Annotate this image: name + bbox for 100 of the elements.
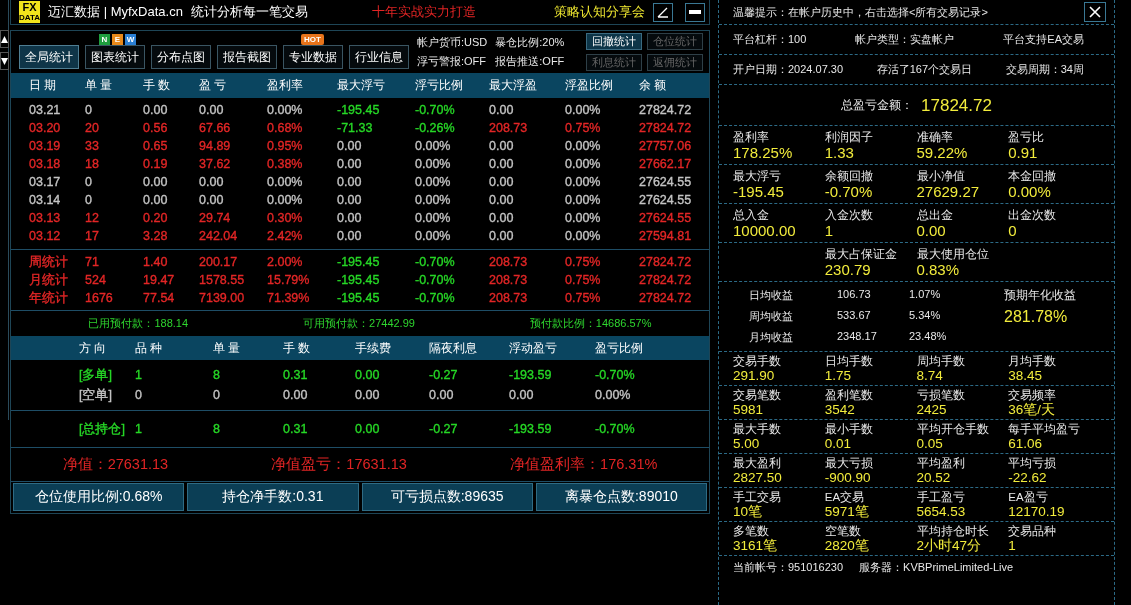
stat-value: 1 <box>1008 538 1017 553</box>
table-cell-text: 27824.72 <box>639 121 693 135</box>
stat-label: EA交易 <box>824 490 866 504</box>
table-cell-text: 0.00 <box>337 193 363 207</box>
position-cell-text: -0.27 <box>429 368 459 382</box>
table-cell-text: 0.00% <box>415 211 452 225</box>
position-cell-text: 0.00 <box>283 388 309 402</box>
summary-box: 仓位使用比例:0.68% <box>13 483 185 511</box>
stat-label: 最小手数 <box>824 422 874 436</box>
edit-button[interactable] <box>652 2 673 22</box>
stat-label: 最大手数 <box>733 422 782 436</box>
toolbar-tab[interactable]: 专业数据 <box>283 45 343 69</box>
account-footer: 服务器：KVBPrimeLimited-Live <box>859 560 1014 575</box>
stat-value: 12170.19 <box>1008 504 1066 519</box>
position-total-cell-text: [总持仓] <box>79 420 126 438</box>
stat-value: 1.75 <box>824 368 853 383</box>
stat-label: 最小净值 <box>916 169 966 183</box>
table-cell-text: 0.00% <box>267 103 304 117</box>
table-cell-text: 0.00 <box>143 193 169 207</box>
column-header: 浮盈比例 <box>565 77 614 94</box>
stat-label: 交易品种 <box>1008 524 1058 538</box>
table-cell-text: 27757.06 <box>639 139 693 153</box>
table-cell-text: 12 <box>85 211 100 225</box>
new-badge-letter: N <box>99 34 110 45</box>
average-stat: 周均收益 <box>749 309 794 324</box>
table-cell-text: 27624.55 <box>639 211 693 225</box>
position-cell-text: 0.31 <box>283 368 309 382</box>
promo-link[interactable]: 策略认知分享会 <box>553 3 645 21</box>
scroll-up-button[interactable] <box>0 30 9 48</box>
toolbar-tab[interactable]: 报告截图 <box>217 45 277 69</box>
hot-badge: HOT <box>301 34 324 45</box>
stat-label: 总出金 <box>916 208 954 222</box>
table-cell-text: 03.17 <box>29 175 62 189</box>
summary-cell-text: 周统计 <box>29 253 69 271</box>
column-header: 日 期 <box>29 77 58 94</box>
stats-button[interactable]: 回撤统计 <box>586 33 642 50</box>
account-info: 帐户类型：实盘帐户 <box>855 32 955 47</box>
average-stat: 1.07% <box>909 288 942 302</box>
table-cell-text: 18 <box>85 157 100 171</box>
minimize-button[interactable] <box>684 2 705 22</box>
stat-value: 178.25% <box>733 144 794 161</box>
summary-cell-text: 1.40 <box>143 255 169 269</box>
table-cell-text: 0.00% <box>565 103 602 117</box>
table-cell-text: 03.21 <box>29 103 62 117</box>
table-cell-text: 27624.55 <box>639 193 693 207</box>
account-setting: 暴仓比例:20% <box>495 35 565 50</box>
angle-icon <box>656 6 669 18</box>
stat-value: 0.01 <box>824 436 853 451</box>
minimize-icon <box>688 10 701 14</box>
summary-cell-text: 0.75% <box>565 255 602 269</box>
toolbar-tab[interactable]: 图表统计 <box>85 45 145 69</box>
account-setting: 报告推送:OFF <box>495 54 565 69</box>
position-cell-text: 0 <box>213 388 221 402</box>
stat-value: 3542 <box>824 402 856 417</box>
account-info: 平台支持EA交易 <box>1003 32 1084 47</box>
summary-cell-text: 77.54 <box>143 291 176 305</box>
table-cell-text: 2.42% <box>267 229 304 243</box>
stat-value: 5981 <box>733 402 765 417</box>
summary-cell-text: 19.47 <box>143 273 176 287</box>
toolbar-tab[interactable]: 全局统计 <box>19 45 79 69</box>
table-cell-text: 0.00 <box>337 229 363 243</box>
table-cell-text: 0.30% <box>267 211 304 225</box>
stat-label: 手工盈亏 <box>916 490 966 504</box>
column-header: 单 量 <box>85 77 114 94</box>
stat-value: 230.79 <box>824 261 872 278</box>
table-cell-text: 0.00 <box>489 139 515 153</box>
stat-value: 2小时47分 <box>916 538 983 553</box>
summary-cell-text: 27824.72 <box>639 291 693 305</box>
account-info: 开户日期：2024.07.30 <box>733 62 844 77</box>
total-value: 17824.72 <box>921 96 992 114</box>
column-header: 手续费 <box>355 340 392 356</box>
position-cell-text: -193.59 <box>509 368 553 382</box>
position-cell-text: 0.00% <box>595 388 632 402</box>
summary-cell-text: 208.73 <box>489 255 529 269</box>
table-cell-text: 0.00% <box>565 175 602 189</box>
table-cell-text: 0.00% <box>267 193 304 207</box>
column-header: 手 数 <box>143 77 172 94</box>
equity-stat: 净值盈利率：176.31% <box>510 455 658 474</box>
account-info: 交易周期：34周 <box>1005 62 1084 77</box>
close-button[interactable] <box>1084 2 1106 22</box>
average-stat: 5.34% <box>909 309 942 323</box>
scroll-down-button[interactable] <box>0 52 9 70</box>
table-cell-text: 3.28 <box>143 229 169 243</box>
toolbar-tab[interactable]: 分布点图 <box>151 45 211 69</box>
table-cell-text: 0.00% <box>415 229 452 243</box>
table-cell-text: 29.74 <box>199 211 232 225</box>
position-total-cell-text: 0.00 <box>355 422 381 436</box>
column-header: 品 种 <box>135 340 164 356</box>
summary-cell-text: 2.00% <box>267 255 304 269</box>
stat-value: 0.05 <box>916 436 944 451</box>
triangle-down-icon <box>1 57 8 65</box>
table-cell-text: 0.00 <box>199 175 225 189</box>
position-cell-text: 8 <box>213 368 221 382</box>
stat-label: 最大使用仓位 <box>916 247 990 261</box>
stat-label: 月均手数 <box>1008 354 1058 368</box>
table-cell-text: 17 <box>85 229 100 243</box>
stat-value: 10笔 <box>733 504 764 519</box>
stat-value: 27629.27 <box>916 183 981 200</box>
toolbar-tab[interactable]: 行业信息 <box>349 45 409 69</box>
stat-label: 出金次数 <box>1008 208 1058 222</box>
